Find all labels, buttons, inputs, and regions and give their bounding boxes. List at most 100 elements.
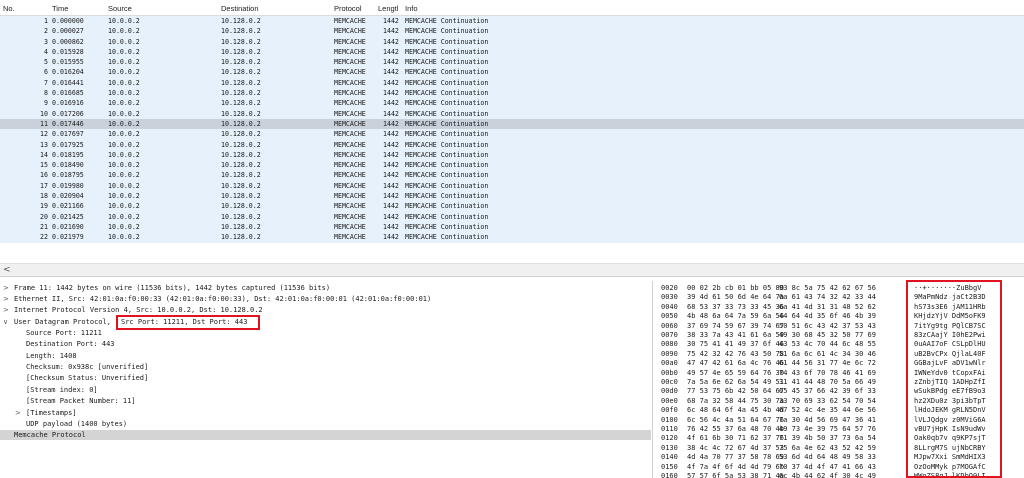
tree-item-timestamps[interactable]: > [Timestamps] (0, 408, 651, 418)
column-header-protocol[interactable]: Protocol (334, 4, 362, 13)
packet-protocol: MEMCACHE (334, 47, 366, 56)
packet-protocol: MEMCACHE (334, 150, 366, 159)
tree-item-label: Checksum: 0x938c [unverified] (26, 362, 149, 371)
packet-row[interactable]: 13 0.017925 10.0.0.2 10.128.0.2 MEMCACHE 1442… (0, 139, 1024, 150)
packet-row[interactable]: 2 0.000027 10.0.0.2 10.128.0.2 MEMCACHE 1442 M… (0, 26, 1024, 37)
pane-splitter[interactable] (652, 281, 653, 478)
udp-ports-text: Src Port: 11211, Dst Port: 443 (121, 318, 248, 326)
packet-length: 1442 (383, 99, 399, 108)
column-header-source[interactable]: Source (108, 4, 132, 13)
packet-row[interactable]: 4 0.015928 10.0.0.2 10.128.0.2 MEMCACHE 1442 M… (0, 46, 1024, 58)
packet-destination: 10.128.0.2 (221, 192, 261, 201)
packet-protocol: MEMCACHE (334, 140, 366, 149)
packet-time: 0.000027 (52, 27, 84, 36)
packet-list-pane[interactable]: No. Time Source Destination Protocol Len… (0, 0, 1024, 263)
packet-row[interactable]: 17 0.019980 10.0.0.2 10.128.0.2 MEMCACHE 1442… (0, 180, 1024, 192)
packet-info: MEMCACHE Continuation (405, 181, 489, 190)
expand-arrow-icon[interactable]: > (3, 305, 9, 315)
column-header-no[interactable]: No. (3, 4, 15, 13)
packet-protocol: MEMCACHE (334, 58, 366, 67)
packet-no: 10 (40, 109, 48, 118)
tree-item-udp-field[interactable]: Length: 1408 (0, 351, 651, 361)
packet-row[interactable]: 19 0.021166 10.0.0.2 10.128.0.2 MEMCACHE 1442… (0, 201, 1024, 212)
tree-item-ethernet[interactable]: > Ethernet II, Src: 42:01:0a:f0:00:33 (4… (0, 294, 651, 304)
packet-source: 10.0.0.2 (108, 17, 140, 25)
packet-protocol: MEMCACHE (334, 212, 366, 221)
packet-protocol: MEMCACHE (334, 99, 366, 108)
tree-item-udp-field[interactable]: [Stream Packet Number: 11] (0, 396, 651, 406)
collapse-arrow-icon[interactable]: ∨ (3, 317, 8, 327)
packet-protocol: MEMCACHE (334, 17, 366, 25)
packet-row[interactable]: 10 0.017206 10.0.0.2 10.128.0.2 MEMCACHE 1442… (0, 108, 1024, 119)
packet-destination: 10.128.0.2 (221, 171, 261, 180)
tree-item-udp-payload[interactable]: UDP payload (1400 bytes) (0, 419, 651, 429)
packet-row[interactable]: 1 0.000000 10.0.0.2 10.128.0.2 MEMCACHE 1442 M… (0, 16, 1024, 27)
packet-time: 0.000000 (52, 17, 84, 25)
packet-row[interactable]: 3 0.000862 10.0.0.2 10.128.0.2 MEMCACHE 1442 M… (0, 36, 1024, 47)
tree-item-udp[interactable]: ∨ User Datagram Protocol, Src Port: 1121… (0, 317, 651, 327)
tree-item-memcache[interactable]: Memcache Protocol (0, 430, 651, 440)
packet-row[interactable]: 11 0.017446 10.0.0.2 10.128.0.2 MEMCACHE 1442… (0, 118, 1024, 130)
tree-item-udp-field[interactable]: Checksum: 0x938c [unverified] (0, 362, 651, 372)
packet-info: MEMCACHE Continuation (405, 150, 489, 159)
packet-row[interactable]: 8 0.016685 10.0.0.2 10.128.0.2 MEMCACHE 1442 M… (0, 88, 1024, 99)
tree-item-udp-field[interactable]: [Checksum Status: Unverified] (0, 373, 651, 383)
packet-row[interactable]: 5 0.015955 10.0.0.2 10.128.0.2 MEMCACHE 1442 M… (0, 57, 1024, 68)
packet-time: 0.021690 (52, 222, 84, 231)
packet-row[interactable]: 20 0.021425 10.0.0.2 10.128.0.2 MEMCACHE 1442… (0, 211, 1024, 222)
expand-arrow-icon[interactable]: > (3, 294, 9, 304)
packet-row[interactable]: 22 0.021979 10.0.0.2 10.128.0.2 MEMCACHE 1442… (0, 232, 1024, 243)
column-header-time[interactable]: Time (52, 4, 68, 13)
packet-protocol: MEMCACHE (334, 171, 366, 180)
packet-info: MEMCACHE Continuation (405, 119, 489, 128)
packet-source: 10.0.0.2 (108, 161, 140, 170)
packet-info: MEMCACHE Continuation (405, 37, 489, 46)
packet-rows: 1 0.000000 10.0.0.2 10.128.0.2 MEMCACHE 1442 M… (0, 16, 1024, 243)
packet-protocol: MEMCACHE (334, 109, 366, 118)
column-header-info[interactable]: Info (405, 4, 418, 13)
packet-row[interactable]: 18 0.020904 10.0.0.2 10.128.0.2 MEMCACHE 1442… (0, 191, 1024, 202)
packet-time: 0.021979 (52, 233, 84, 242)
packet-source: 10.0.0.2 (108, 233, 140, 242)
packet-row[interactable]: 7 0.016441 10.0.0.2 10.128.0.2 MEMCACHE 1442 M… (0, 77, 1024, 89)
packet-destination: 10.128.0.2 (221, 222, 261, 231)
packet-length: 1442 (383, 202, 399, 211)
packet-row[interactable]: 14 0.018195 10.0.0.2 10.128.0.2 MEMCACHE 1442… (0, 149, 1024, 161)
packet-length: 1442 (383, 130, 399, 139)
packet-no: 21 (40, 222, 48, 231)
packet-row[interactable]: 12 0.017697 10.0.0.2 10.128.0.2 MEMCACHE 1442… (0, 129, 1024, 140)
packet-length: 1442 (383, 109, 399, 118)
packet-row[interactable]: 6 0.016204 10.0.0.2 10.128.0.2 MEMCACHE 1442 M… (0, 67, 1024, 78)
packet-details-pane[interactable]: > Frame 11: 1442 bytes on wire (11536 bi… (0, 281, 651, 478)
column-header-length[interactable]: Lengtl (378, 4, 398, 13)
tree-item-udp-field[interactable]: Source Port: 11211 (0, 328, 651, 338)
packet-protocol: MEMCACHE (334, 222, 366, 231)
packet-length: 1442 (383, 47, 399, 56)
packet-list-scrollbar[interactable]: < (0, 263, 1024, 277)
packet-info: MEMCACHE Continuation (405, 68, 489, 77)
packet-row[interactable]: 15 0.018490 10.0.0.2 10.128.0.2 MEMCACHE 1442… (0, 160, 1024, 171)
column-header-destination[interactable]: Destination (221, 4, 259, 13)
packet-info: MEMCACHE Continuation (405, 212, 489, 221)
packet-bytes-pane[interactable]: 0020 00 02 2b cb 01 bb 05 80 93 8c 5a 75 4… (656, 281, 1024, 478)
packet-time: 0.019980 (52, 181, 84, 190)
packet-row[interactable]: 9 0.016916 10.0.0.2 10.128.0.2 MEMCACHE 1442 M… (0, 98, 1024, 109)
scroll-left-arrow-icon[interactable]: < (3, 264, 11, 276)
tree-item-udp-field[interactable]: [Stream index: 0] (0, 385, 651, 395)
packet-protocol: MEMCACHE (334, 119, 366, 128)
packet-length: 1442 (383, 192, 399, 201)
packet-length: 1442 (383, 68, 399, 77)
packet-row[interactable]: 16 0.018795 10.0.0.2 10.128.0.2 MEMCACHE 1442… (0, 170, 1024, 181)
packet-time: 0.016441 (52, 78, 84, 87)
tree-item-ip[interactable]: > Internet Protocol Version 4, Src: 10.0… (0, 305, 651, 315)
expand-arrow-icon[interactable]: > (15, 408, 21, 418)
packet-info: MEMCACHE Continuation (405, 192, 489, 201)
tree-item-frame[interactable]: > Frame 11: 1442 bytes on wire (11536 bi… (0, 283, 651, 293)
tree-item-udp-field[interactable]: Destination Port: 443 (0, 339, 651, 349)
packet-source: 10.0.0.2 (108, 89, 140, 98)
expand-arrow-icon[interactable]: > (3, 283, 9, 293)
packet-length: 1442 (383, 171, 399, 180)
tree-item-label: Ethernet II, Src: 42:01:0a:f0:00:33 (42:… (14, 295, 432, 303)
packet-row[interactable]: 21 0.021690 10.0.0.2 10.128.0.2 MEMCACHE 1442… (0, 221, 1024, 233)
packet-info: MEMCACHE Continuation (405, 47, 489, 56)
